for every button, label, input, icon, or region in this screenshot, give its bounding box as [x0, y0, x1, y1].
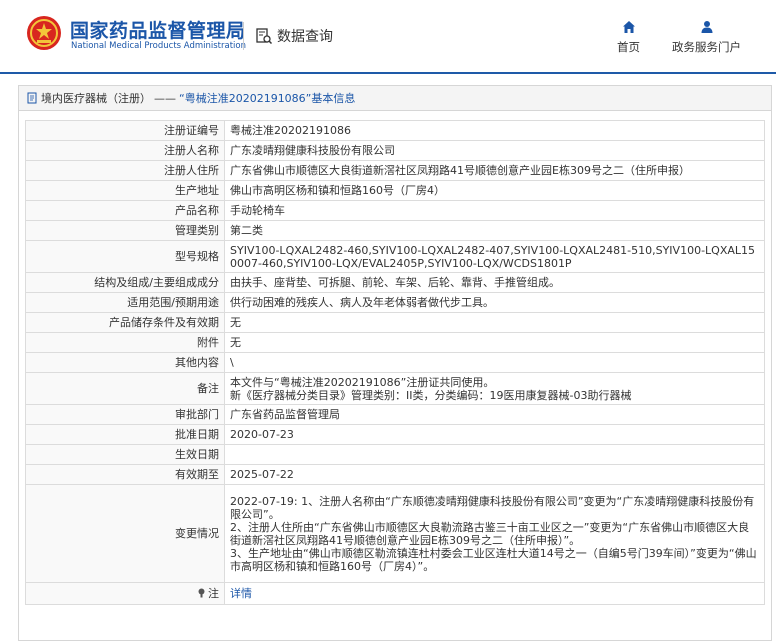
table-row: 附件无	[25, 332, 765, 353]
row-label: 型号规格	[25, 240, 225, 273]
nav-service-portal-label: 政务服务门户	[672, 40, 741, 54]
table-row: 产品储存条件及有效期无	[25, 312, 765, 333]
table-row: 注册人住所 广东省佛山市顺德区大良街道新滘社区凤翔路41号顺德创意产业园E栋309…	[25, 160, 765, 181]
table-row: 产品名称 手动轮椅车	[25, 200, 765, 221]
row-label: 审批部门	[25, 404, 225, 425]
row-label: 其他内容	[25, 352, 225, 373]
row-value	[224, 444, 765, 465]
row-value: 无	[224, 332, 765, 353]
site-name-cn[interactable]: 国家药品监督管理局	[70, 16, 246, 43]
row-label: 附件	[25, 332, 225, 353]
row-label: 适用范围/预期用途	[25, 292, 225, 313]
row-label: 有效期至	[25, 464, 225, 485]
row-label: 注册人住所	[25, 160, 225, 181]
row-value: 广东省佛山市顺德区大良街道新滘社区凤翔路41号顺德创意产业园E栋309号之二（住…	[224, 160, 765, 181]
row-value: SYIV100-LQXAL2482-460,SYIV100-LQXAL2482-…	[224, 240, 765, 273]
change-line: 2022-07-19: 1、注册人名称由“广东顺德凌晴翔健康科技股份有限公司”变…	[230, 494, 755, 521]
nav-home-label: 首页	[617, 40, 640, 54]
table-row: 结构及组成/主要组成成分 由扶手、座背垫、可拆腿、前轮、车架、后轮、靠背、手推管组…	[25, 272, 765, 293]
breadcrumb-separator: ——	[154, 91, 176, 105]
site-name-en[interactable]: National Medical Products Administration	[71, 41, 246, 51]
row-value: 无	[224, 312, 765, 333]
detail-panel: 境内医疗器械（注册） —— “粤械注准20202191086”基本信息 注册证编…	[18, 85, 772, 641]
breadcrumb: 境内医疗器械（注册） —— “粤械注准20202191086”基本信息	[19, 86, 771, 111]
note-icon	[198, 588, 205, 598]
row-value: 广东凌晴翔健康科技股份有限公司	[224, 140, 765, 161]
row-label: 注	[25, 582, 225, 605]
national-emblem-icon	[27, 16, 61, 50]
row-label: 生效日期	[25, 444, 225, 465]
row-value: 广东省药品监督管理局	[224, 404, 765, 425]
row-value: \	[224, 352, 765, 373]
remark-line: 新《医疗器械分类目录》管理类别：II类，分类编码：19医用康复器械-03助行器械	[230, 388, 632, 402]
row-value: 2025-07-22	[224, 464, 765, 485]
row-value: 2020-07-23	[224, 424, 765, 445]
table-row: 变更情况 2022-07-19: 1、注册人名称由“广东顺德凌晴翔健康科技股份有…	[25, 484, 765, 583]
change-line: 2、注册人住所由“广东省佛山市顺德区大良勒流路古鉴三十亩工业区之一”变更为“广东…	[230, 520, 750, 547]
details-link[interactable]: 详情	[230, 587, 252, 600]
row-label: 结构及组成/主要组成成分	[25, 272, 225, 293]
info-table: 注册证编号 粤械注准20202191086 注册人名称 广东凌晴翔健康科技股份有限公…	[25, 120, 765, 605]
row-value: 粤械注准20202191086	[224, 120, 765, 141]
row-value: 佛山市高明区杨和镇和恒路160号（厂房4）	[224, 180, 765, 201]
row-value: 2022-07-19: 1、注册人名称由“广东顺德凌晴翔健康科技股份有限公司”变…	[224, 484, 765, 583]
table-row: 生产地址 佛山市高明区杨和镇和恒路160号（厂房4）	[25, 180, 765, 201]
row-value: 由扶手、座背垫、可拆腿、前轮、车架、后轮、靠背、手推管组成。	[224, 272, 765, 293]
site-header: 国家药品监督管理局 National Medical Products Admi…	[0, 0, 776, 74]
data-query-label: 数据查询	[277, 29, 333, 45]
row-label: 管理类别	[25, 220, 225, 241]
data-query-link[interactable]: 数据查询	[255, 26, 333, 46]
row-value: 供行动困难的残疾人、病人及年老体弱者做代步工具。	[224, 292, 765, 313]
table-row: 注册人名称 广东凌晴翔健康科技股份有限公司	[25, 140, 765, 161]
note-label: 注	[208, 587, 219, 600]
row-label: 备注	[25, 372, 225, 405]
row-label: 注册证编号	[25, 120, 225, 141]
row-label: 产品名称	[25, 200, 225, 221]
breadcrumb-title: “粤械注准20202191086”基本信息	[179, 92, 356, 105]
row-value: 第二类	[224, 220, 765, 241]
header-divider	[243, 22, 244, 50]
row-value: 本文件与“粤械注准20202191086”注册证共同使用。 新《医疗器械分类目录…	[224, 372, 765, 405]
row-label: 变更情况	[25, 484, 225, 583]
row-value: 手动轮椅车	[224, 200, 765, 221]
table-row: 型号规格 SYIV100-LQXAL2482-460,SYIV100-LQXAL2…	[25, 240, 765, 273]
row-label: 生产地址	[25, 180, 225, 201]
document-icon	[27, 92, 37, 104]
table-row: 其他内容 \	[25, 352, 765, 373]
change-line: 3、生产地址由“佛山市顺德区勒流镇连杜村委会工业区连杜大道14号之一（自编5号门…	[230, 546, 757, 573]
table-row: 注册证编号 粤械注准20202191086	[25, 120, 765, 141]
row-label: 注册人名称	[25, 140, 225, 161]
nav-home[interactable]: 首页	[617, 20, 640, 55]
table-row: 注 详情	[25, 582, 765, 605]
row-label: 批准日期	[25, 424, 225, 445]
table-row: 适用范围/预期用途 供行动困难的残疾人、病人及年老体弱者做代步工具。	[25, 292, 765, 313]
nav-service-portal[interactable]: 政务服务门户	[672, 20, 741, 55]
home-icon	[622, 21, 635, 33]
row-value: 详情	[224, 582, 765, 605]
table-row: 备注 本文件与“粤械注准20202191086”注册证共同使用。 新《医疗器械分…	[25, 372, 765, 405]
table-row: 管理类别 第二类	[25, 220, 765, 241]
table-row: 有效期至 2025-07-22	[25, 464, 765, 485]
row-label: 产品储存条件及有效期	[25, 312, 225, 333]
remark-line: 本文件与“粤械注准20202191086”注册证共同使用。	[230, 375, 495, 389]
table-row: 批准日期 2020-07-23	[25, 424, 765, 445]
table-row: 生效日期	[25, 444, 765, 465]
breadcrumb-section[interactable]: 境内医疗器械（注册）	[41, 90, 151, 106]
user-icon	[701, 21, 712, 33]
search-document-icon	[256, 28, 273, 45]
table-row: 审批部门 广东省药品监督管理局	[25, 404, 765, 425]
